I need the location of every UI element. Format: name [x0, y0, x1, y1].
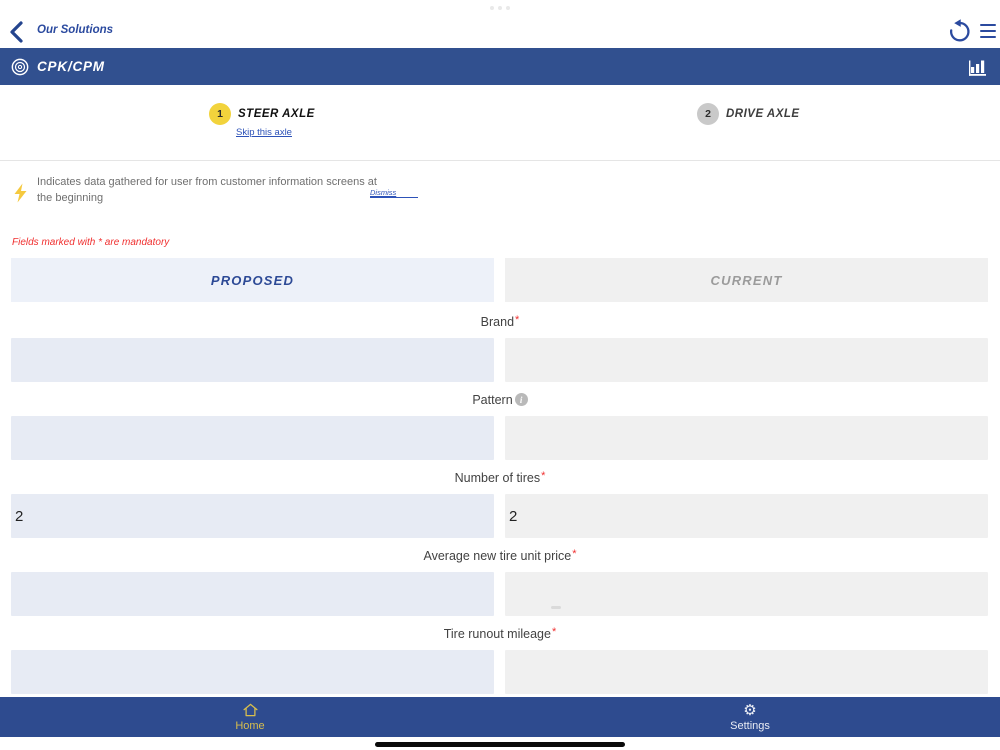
- info-banner: Indicates data gathered for user from cu…: [0, 161, 1000, 223]
- gear-icon: ⚙: [743, 701, 757, 719]
- step-drive-axle[interactable]: 2 DRIVE AXLE: [697, 103, 800, 125]
- proposed-value-input[interactable]: [11, 572, 494, 616]
- home-indicator-strip: [0, 737, 1000, 750]
- form-fields: Brand * Pattern i Number of tires * 2 2 …: [0, 313, 1000, 694]
- field-label-text: Pattern: [472, 392, 513, 407]
- field-inputs: [0, 572, 1000, 616]
- home-label: Home: [235, 720, 265, 732]
- step-steer-axle[interactable]: 1 STEER AXLE: [209, 103, 315, 125]
- field-label: Number of tires *: [0, 469, 1000, 486]
- form-field-row: Tire runout mileage *: [0, 625, 1000, 694]
- step-1-label: STEER AXLE: [238, 108, 315, 120]
- current-value-input[interactable]: [505, 572, 988, 616]
- breadcrumb-our-solutions[interactable]: Our Solutions: [37, 24, 113, 36]
- skip-this-axle-link[interactable]: Skip this axle: [236, 127, 292, 138]
- hamburger-menu-button[interactable]: [980, 23, 996, 39]
- form-field-row: Number of tires *: [0, 469, 1000, 538]
- form-field-row: Brand *: [0, 313, 1000, 382]
- step-2-label: DRIVE AXLE: [726, 108, 800, 120]
- current-value-input[interactable]: [505, 416, 988, 460]
- required-asterisk: *: [551, 625, 557, 638]
- axle-stepper: 1 STEER AXLE Skip this axle 2 DRIVE AXLE: [0, 85, 1000, 161]
- nav-item-home[interactable]: Home: [0, 697, 500, 737]
- proposed-value-input[interactable]: [11, 416, 494, 460]
- column-headers: PROPOSED CURRENT: [0, 258, 1000, 302]
- undo-icon: [950, 19, 970, 42]
- field-label-text: Average new tire unit price: [423, 548, 572, 563]
- app-logo-icon: [11, 58, 29, 75]
- back-button[interactable]: [6, 20, 30, 44]
- nav-item-settings[interactable]: ⚙ Settings: [500, 697, 1000, 737]
- current-value-input[interactable]: [505, 650, 988, 694]
- multitask-dots-icon: [490, 6, 510, 10]
- form-scroll-area[interactable]: 1 STEER AXLE Skip this axle 2 DRIVE AXLE…: [0, 85, 1000, 697]
- field-label: Brand *: [0, 313, 1000, 330]
- page-title: CPK/CPM: [37, 59, 105, 74]
- field-label: Average new tire unit price *: [0, 547, 1000, 564]
- home-indicator-bar[interactable]: [375, 742, 625, 747]
- required-asterisk: *: [572, 547, 577, 560]
- cut-off-next-field: [551, 606, 561, 609]
- field-label-text: Number of tires: [454, 470, 541, 485]
- chart-button[interactable]: [967, 57, 989, 77]
- field-label: Pattern i: [0, 391, 1000, 408]
- proposed-value-input[interactable]: [11, 338, 494, 382]
- step-1-badge: 1: [209, 103, 231, 125]
- undo-button[interactable]: [946, 18, 972, 44]
- bar-chart-icon: [969, 60, 986, 76]
- current-value-input[interactable]: [505, 494, 988, 538]
- current-column-header: CURRENT: [505, 258, 988, 302]
- field-label-text: Tire runout mileage: [443, 626, 551, 641]
- field-inputs: [0, 338, 1000, 382]
- form-field-row: Pattern i: [0, 391, 1000, 460]
- form-field-row: Average new tire unit price *: [0, 547, 1000, 616]
- field-inputs: [0, 416, 1000, 460]
- step-2-badge: 2: [697, 103, 719, 125]
- chevron-left-icon: [10, 21, 23, 43]
- info-banner-message: Indicates data gathered for user from cu…: [37, 176, 377, 204]
- app-screen: Our Solutions CPK/CPM 1 STEER AXLE Skip …: [0, 0, 1000, 750]
- bottom-nav-bar: Home ⚙ Settings: [0, 697, 1000, 737]
- field-label-text: Brand: [480, 314, 515, 329]
- current-value-input[interactable]: [505, 338, 988, 382]
- home-icon: [242, 703, 258, 717]
- lightning-icon: [14, 183, 27, 203]
- settings-label: Settings: [730, 719, 770, 732]
- proposed-value-input[interactable]: [11, 650, 494, 694]
- proposed-column-header: PROPOSED: [11, 258, 494, 302]
- field-inputs: [0, 650, 1000, 694]
- field-inputs: [0, 494, 1000, 538]
- dismiss-link[interactable]: Dismiss: [370, 188, 419, 198]
- field-label: Tire runout mileage *: [0, 625, 1000, 642]
- top-nav-bar: Our Solutions: [0, 0, 1000, 48]
- required-asterisk: *: [541, 469, 546, 482]
- app-header-bar: CPK/CPM: [0, 48, 1000, 85]
- mandatory-fields-note: Fields marked with * are mandatory: [12, 237, 170, 248]
- required-asterisk: *: [515, 313, 520, 326]
- proposed-value-input[interactable]: [11, 494, 494, 538]
- info-icon[interactable]: i: [514, 393, 528, 406]
